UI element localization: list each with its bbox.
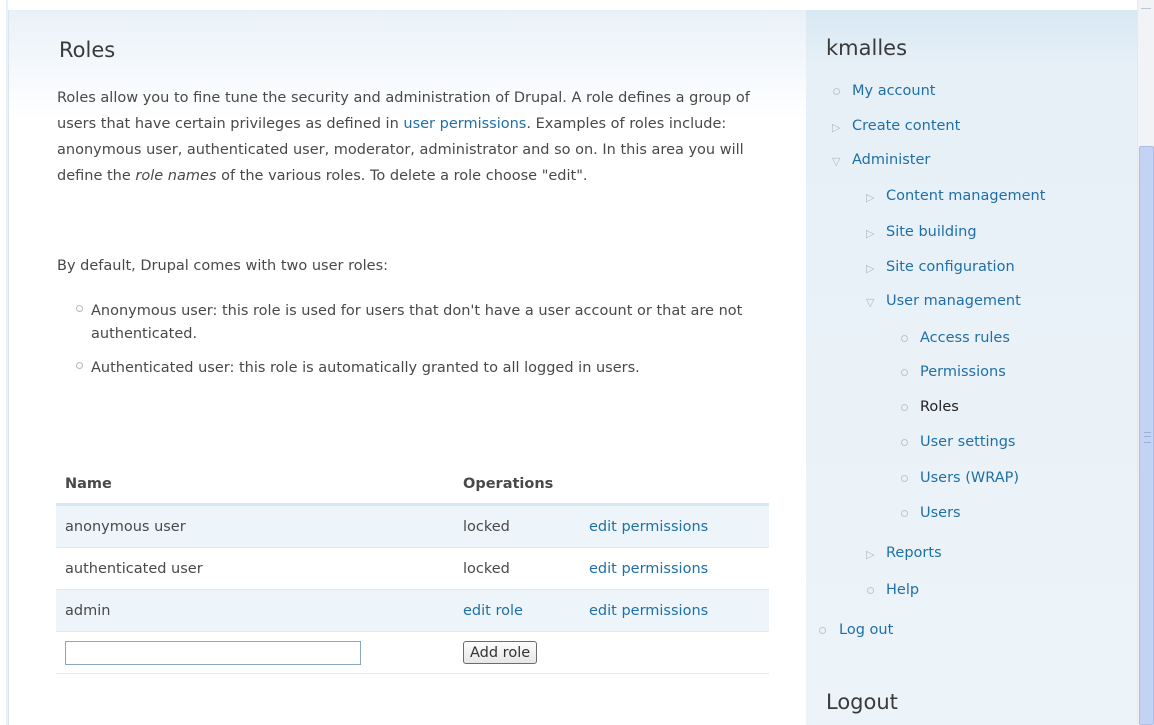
- nav-users-wrap[interactable]: Users (WRAP): [901, 468, 1019, 488]
- nav-link-label[interactable]: Users: [920, 505, 961, 521]
- nav-my-account[interactable]: My account: [833, 81, 935, 101]
- sidebar-user-title: kmalles: [826, 36, 908, 60]
- nav-link-label[interactable]: Help: [886, 582, 919, 598]
- nav-access-rules[interactable]: Access rules: [901, 328, 1010, 348]
- nav-link-label[interactable]: Access rules: [920, 330, 1010, 346]
- bullet-icon: [76, 362, 83, 369]
- page-title: Roles: [59, 38, 116, 62]
- leaf-bullet-icon: [901, 439, 908, 446]
- defaults-text: By default, Drupal comes with two user r…: [57, 258, 389, 274]
- collapsed-arrow-icon: ▷: [866, 548, 875, 561]
- nav-link-label[interactable]: Users (WRAP): [920, 470, 1019, 486]
- nav-link-label[interactable]: Site configuration: [886, 259, 1015, 275]
- roles-table: Name Operations anonymous user locked ed…: [56, 465, 769, 674]
- nav-link-label[interactable]: User management: [886, 293, 1021, 309]
- list-item-text: Authenticated user: this role is automat…: [91, 360, 640, 376]
- left-page-edge: [0, 0, 8, 725]
- table-row: anonymous user locked edit permissions: [56, 504, 769, 548]
- add-role-row: Add role: [56, 631, 769, 674]
- collapsed-arrow-icon: ▷: [832, 121, 841, 134]
- intro-text-3: of the various roles. To delete a role c…: [216, 168, 588, 184]
- user-permissions-link[interactable]: user permissions: [403, 116, 526, 132]
- edit-permissions-link[interactable]: edit permissions: [589, 519, 708, 535]
- leaf-bullet-icon: [901, 404, 908, 411]
- list-item: Authenticated user: this role is automat…: [57, 357, 777, 380]
- locked-cell: locked: [454, 504, 580, 548]
- collapsed-arrow-icon: ▷: [866, 227, 875, 240]
- table-row: authenticated user locked edit permissio…: [56, 547, 769, 590]
- leaf-bullet-icon: [867, 587, 874, 594]
- nav-create-content[interactable]: ▷ Create content: [832, 116, 960, 136]
- list-item-text: Anonymous user: this role is used for us…: [91, 303, 743, 342]
- list-item: Anonymous user: this role is used for us…: [57, 300, 777, 346]
- leaf-bullet-icon: [901, 475, 908, 482]
- nav-administer[interactable]: ▽ Administer: [832, 150, 930, 170]
- scroll-grip-icon: [1144, 432, 1151, 443]
- nav-link-label[interactable]: Create content: [852, 118, 960, 134]
- nav-reports[interactable]: ▷ Reports: [866, 543, 942, 563]
- nav-permissions[interactable]: Permissions: [901, 362, 1006, 382]
- edit-permissions-link[interactable]: edit permissions: [589, 561, 708, 577]
- nav-help[interactable]: Help: [867, 580, 919, 600]
- expanded-arrow-icon: ▽: [866, 296, 875, 309]
- role-name-cell: authenticated user: [56, 547, 454, 590]
- role-name-cell: admin: [56, 589, 454, 632]
- nav-users[interactable]: Users: [901, 503, 961, 523]
- role-name-cell: anonymous user: [56, 504, 454, 548]
- nav-content-management[interactable]: ▷ Content management: [866, 186, 1045, 206]
- leaf-bullet-icon: [901, 510, 908, 517]
- bullet-icon: [76, 305, 83, 312]
- nav-user-settings[interactable]: User settings: [901, 432, 1015, 452]
- nav-link-label[interactable]: Site building: [886, 224, 977, 240]
- operations-column-header: Operations: [454, 465, 769, 506]
- vertical-scrollbar[interactable]: [1137, 0, 1154, 725]
- nav-link-label[interactable]: Permissions: [920, 364, 1006, 380]
- nav-roles-active[interactable]: Roles: [901, 397, 959, 417]
- default-roles-list: Anonymous user: this role is used for us…: [57, 300, 777, 391]
- add-role-button[interactable]: Add role: [463, 641, 538, 664]
- scroll-top-marker: [1141, 8, 1151, 9]
- edit-role-link[interactable]: edit role: [463, 603, 523, 619]
- table-row: admin edit role edit permissions: [56, 589, 769, 632]
- sidebar: kmalles My account ▷ Create content ▽ Admi…: [806, 10, 1137, 725]
- role-names-emphasis: role names: [135, 168, 217, 184]
- leaf-bullet-icon: [833, 88, 840, 95]
- intro-paragraph: Roles allow you to fine tune the securit…: [57, 85, 792, 189]
- nav-link-label[interactable]: Reports: [886, 545, 942, 561]
- nav-link-label[interactable]: Administer: [852, 152, 930, 168]
- main-content: Roles Roles allow you to fine tune the s…: [8, 10, 806, 725]
- leaf-bullet-icon: [819, 627, 826, 634]
- nav-site-building[interactable]: ▷ Site building: [866, 222, 977, 242]
- expanded-arrow-icon: ▽: [832, 155, 841, 168]
- nav-link-label[interactable]: My account: [852, 83, 935, 99]
- nav-link-label[interactable]: Content management: [886, 188, 1045, 204]
- leaf-bullet-icon: [901, 335, 908, 342]
- nav-log-out[interactable]: Log out: [819, 620, 893, 640]
- edit-permissions-link[interactable]: edit permissions: [589, 603, 708, 619]
- nav-link-label[interactable]: Log out: [839, 622, 893, 638]
- logout-block-title: Logout: [826, 690, 898, 714]
- collapsed-arrow-icon: ▷: [866, 191, 875, 204]
- nav-link-label[interactable]: Roles: [920, 399, 959, 415]
- nav-link-label[interactable]: User settings: [920, 434, 1015, 450]
- scrollbar-thumb[interactable]: [1139, 146, 1154, 725]
- name-column-header: Name: [56, 465, 454, 506]
- nav-site-configuration[interactable]: ▷ Site configuration: [866, 257, 1015, 277]
- nav-user-management[interactable]: ▽ User management: [866, 291, 1021, 311]
- new-role-name-input[interactable]: [65, 640, 361, 665]
- leaf-bullet-icon: [901, 369, 908, 376]
- collapsed-arrow-icon: ▷: [866, 262, 875, 275]
- table-header-row: Name Operations: [56, 465, 769, 506]
- locked-cell: locked: [454, 547, 580, 590]
